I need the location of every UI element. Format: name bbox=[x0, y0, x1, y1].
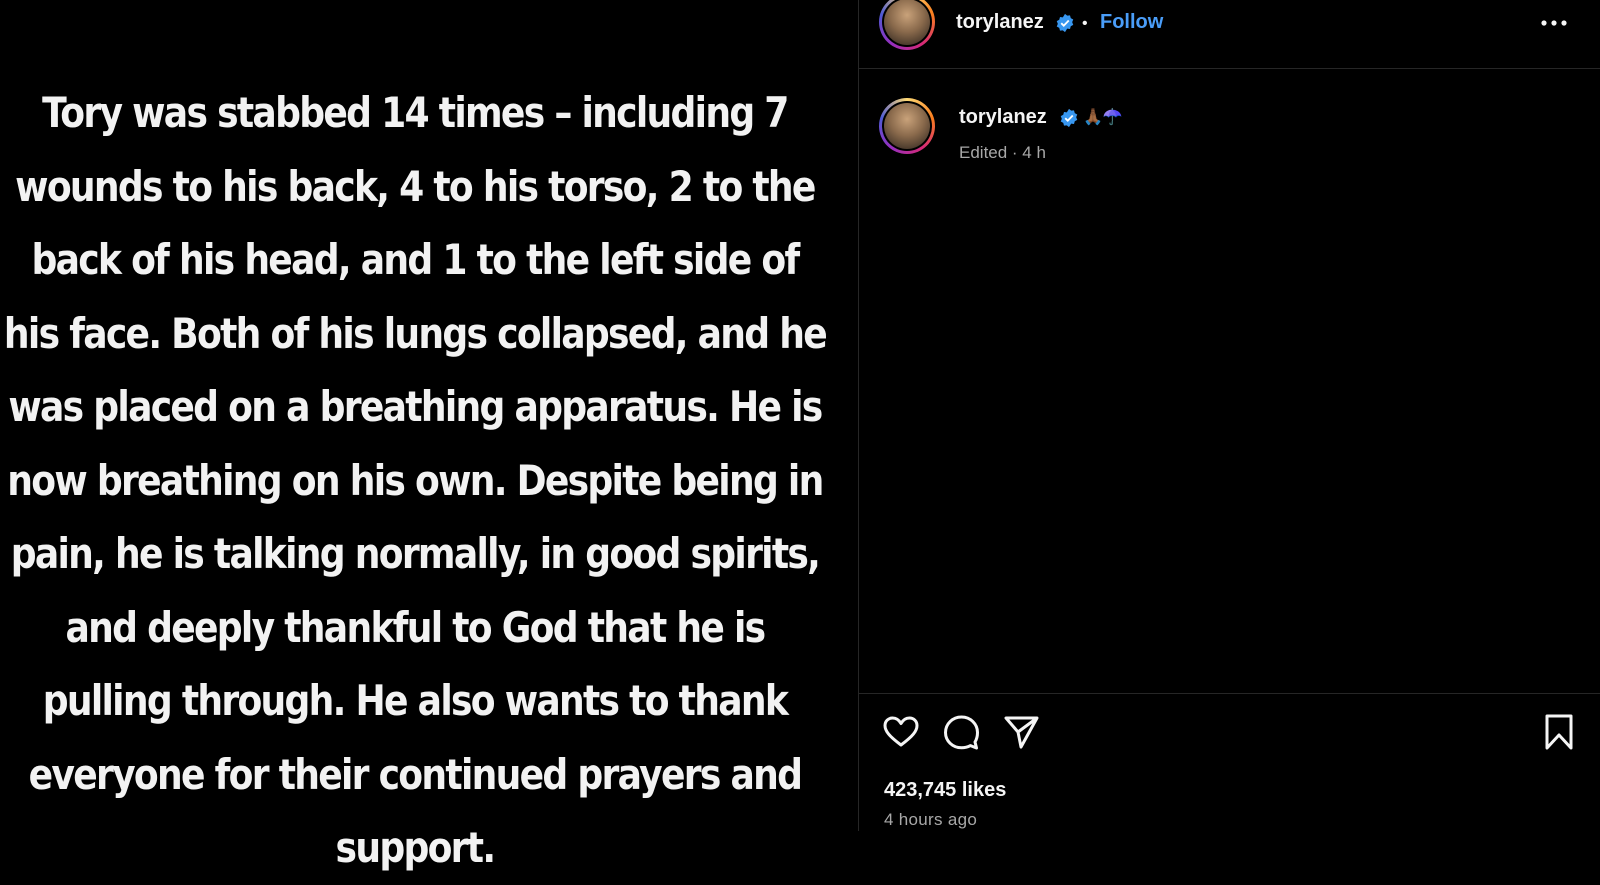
like-heart-icon[interactable] bbox=[881, 712, 921, 752]
caption-emojis: 🙏🏾☂️ bbox=[1083, 109, 1123, 126]
caption-username[interactable]: torylanez bbox=[959, 106, 1047, 129]
follow-button[interactable]: Follow bbox=[1100, 11, 1163, 34]
likes-count[interactable]: 423,745 likes bbox=[884, 779, 1006, 802]
verified-badge-icon bbox=[1060, 108, 1078, 128]
separator-dot: • bbox=[1082, 15, 1088, 32]
post-media[interactable]: Tory was stabbed 14 times – including 7 … bbox=[0, 0, 858, 872]
post-header: torylanez • Follow bbox=[859, 0, 1600, 69]
save-bookmark-icon[interactable] bbox=[1539, 712, 1579, 752]
comment-icon[interactable] bbox=[941, 712, 981, 752]
caption-meta: Edited · 4 h bbox=[959, 143, 1046, 162]
share-send-icon[interactable] bbox=[1001, 712, 1041, 752]
caption-avatar[interactable] bbox=[879, 98, 935, 154]
header-username[interactable]: torylanez bbox=[956, 11, 1044, 34]
media-text: Tory was stabbed 14 times – including 7 … bbox=[3, 88, 828, 872]
post-actions: 423,745 likes 4 hours ago bbox=[859, 693, 1600, 831]
avatar[interactable] bbox=[879, 0, 935, 50]
verified-badge-icon bbox=[1056, 13, 1074, 33]
post-time[interactable]: 4 hours ago bbox=[884, 810, 977, 830]
more-horizontal-icon[interactable] bbox=[1539, 13, 1569, 33]
post-side-panel: torylanez • Follow torylanez 🙏🏾☂️ Edited… bbox=[858, 0, 1600, 831]
